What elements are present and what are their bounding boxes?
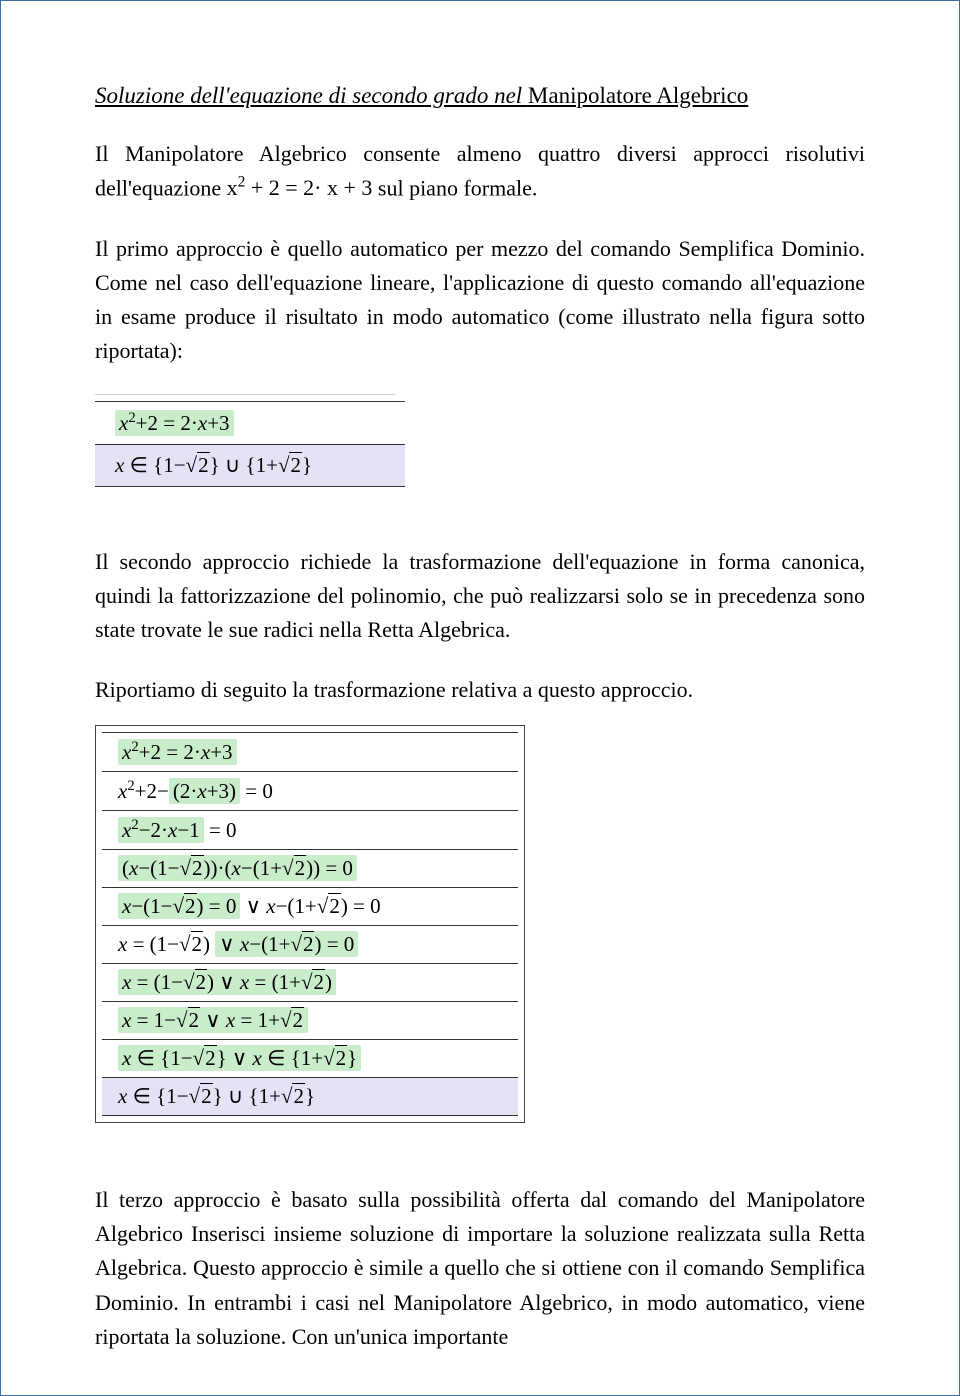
figure-2-row-1: x2+2 = 2·x+3: [102, 733, 518, 772]
document-page: Soluzione dell'equazione di secondo grad…: [0, 0, 960, 1396]
figure-2-row-2: x2+2−(2·x+3) = 0: [102, 772, 518, 811]
figure-2-row-8: x = 1−2 ∨ x = 1+2: [102, 1002, 518, 1040]
figure-2-row-7: x = (1−2) ∨ x = (1+2): [102, 964, 518, 1002]
figure-1-row-result: x ∈ {1−2} ∪ {1+2}: [95, 445, 405, 486]
figure-2-box: x2+2 = 2·x+3 x2+2−(2·x+3) = 0 x2−2·x−1 =…: [102, 732, 518, 1116]
figure-2-row-10: x ∈ {1−2} ∪ {1+2}: [102, 1078, 518, 1116]
main-equation: x2 + 2 = 2· x + 3: [227, 175, 373, 200]
figure-1-row-equation: x2+2 = 2·x+3: [95, 402, 405, 445]
paragraph-1: Il Manipolatore Algebrico consente almen…: [95, 137, 865, 206]
figure-2-row-3: x2−2·x−1 = 0: [102, 811, 518, 850]
paragraph-1-text-b: sul piano formale.: [372, 175, 537, 200]
title-plain: Manipolatore Algebrico: [528, 83, 748, 108]
figure-1-box: x2+2 = 2·x+3 x ∈ {1−2} ∪ {1+2}: [95, 401, 405, 487]
figure-2: x2+2 = 2·x+3 x2+2−(2·x+3) = 0 x2−2·x−1 =…: [95, 725, 525, 1123]
title-italic: Soluzione dell'equazione di secondo grad…: [95, 83, 528, 108]
paragraph-5: Il terzo approccio è basato sulla possib…: [95, 1183, 865, 1353]
page-title: Soluzione dell'equazione di secondo grad…: [95, 83, 865, 109]
paragraph-4: Riportiamo di seguito la trasformazione …: [95, 673, 865, 707]
figure-2-row-6: x = (1−2) ∨ x−(1+2) = 0: [102, 926, 518, 964]
figure-1-divider: [95, 394, 395, 395]
figure-2-row-4: (x−(1−2))·(x−(1+2)) = 0: [102, 850, 518, 888]
figure-2-row-9: x ∈ {1−2} ∨ x ∈ {1+2}: [102, 1040, 518, 1078]
figure-2-row-5: x−(1−2) = 0 ∨ x−(1+2) = 0: [102, 888, 518, 926]
paragraph-2: Il primo approccio è quello automatico p…: [95, 232, 865, 368]
paragraph-3: Il secondo approccio richiede la trasfor…: [95, 545, 865, 647]
figure-1-eq-highlight: x2+2 = 2·x+3: [115, 410, 234, 436]
figure-1: x2+2 = 2·x+3 x ∈ {1−2} ∪ {1+2}: [95, 394, 405, 487]
